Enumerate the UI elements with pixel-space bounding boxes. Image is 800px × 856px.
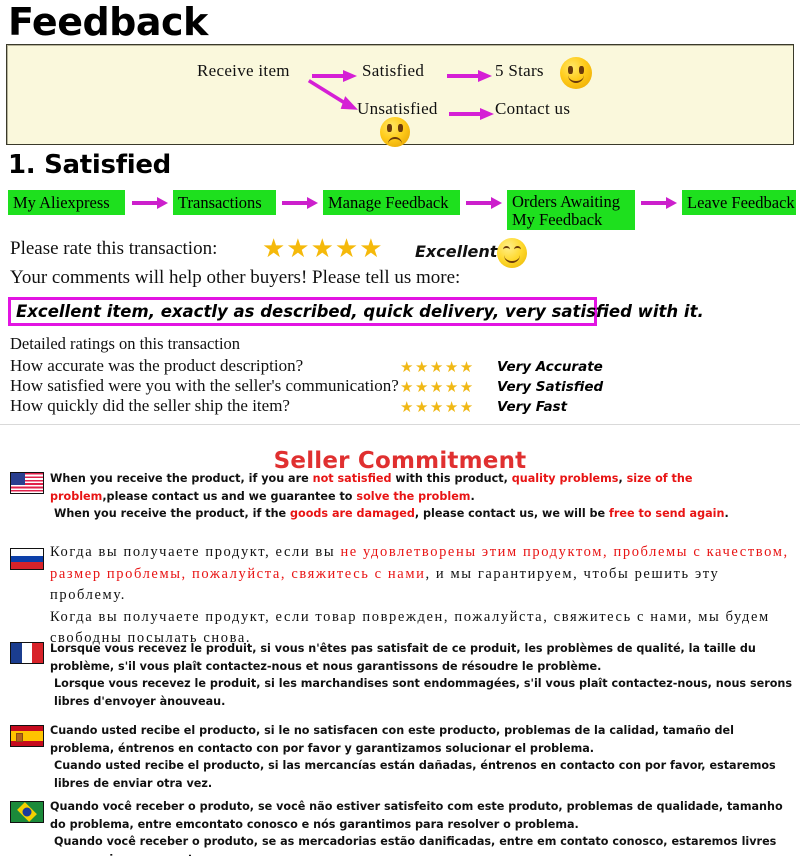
comments-prompt: Your comments will help other buyers! Pl… [10,267,461,288]
comment-text: Excellent item, exactly as described, qu… [16,302,704,321]
feedback-page: Feedback Receive item Satisfied 5 Stars [0,0,800,856]
detail-question-3: How quickly did the seller ship the item… [10,396,290,415]
step-my-aliexpress[interactable]: My Aliexpress [8,190,125,215]
detail-stars-1[interactable]: ★★★★★ [400,358,475,377]
commitment-ru-p1: Когда вы получаете продукт, если вы не у… [50,544,789,603]
step-arrow-4 [641,197,679,209]
commitment-br-p2: Quando você receber o produto, se as mer… [54,835,777,856]
flow-row-top: Receive item [197,61,290,81]
commitment-br-p1: Quando você receber o produto, se você n… [50,800,783,831]
step-manage-feedback[interactable]: Manage Feedback [323,190,460,215]
commitment-en-p1: When you receive the product, if you are… [50,472,693,503]
lang-block-en: When you receive the product, if you are… [0,470,800,532]
es-flag-icon [10,725,44,747]
detail-stars-2[interactable]: ★★★★★ [400,378,475,397]
commitment-es-p2: Cuando usted recibe el producto, si las … [54,759,776,790]
page-title: Feedback [8,0,208,44]
commitment-es-p1: Cuando usted recibe el producto, si le n… [50,724,734,755]
grin-face-icon [497,238,527,268]
flow-satisfied: Satisfied [362,61,425,80]
happy-face-icon [560,57,592,89]
step-leave-feedback[interactable]: Leave Feedback [682,190,796,215]
ru-flag-icon [10,548,44,570]
arrow-satisfied-to-stars [447,70,493,82]
flow-row-contact-us: Contact us [495,99,570,119]
commitment-fr-p2: Lorsque vous recevez le produit, si les … [54,677,793,708]
step-chain: My Aliexpress Transactions Manage Feedba… [4,188,796,230]
comment-input-box[interactable]: Excellent item, exactly as described, qu… [8,297,704,326]
step-arrow-2 [282,197,320,209]
commitment-en-p2: When you receive the product, if the goo… [54,507,729,520]
rating-stars[interactable]: ★★★★★ [262,236,384,262]
lang-block-br: Quando você receber o produto, se você n… [0,798,800,856]
sad-face-icon [380,117,410,147]
flow-contact-us: Contact us [495,99,571,118]
commitment-fr-p1: Lorsque vous recevez le produit, si vous… [50,642,756,673]
detailed-ratings-title: Detailed ratings on this transaction [10,334,241,353]
step-arrow-3 [466,197,504,209]
detail-question-2: How satisfied were you with the seller's… [10,376,399,395]
flow-five-stars: 5 Stars [495,61,544,80]
flow-row-five-stars: 5 Stars [495,61,544,81]
section-divider [0,424,800,425]
detail-value-3: Very Fast [497,399,568,415]
flow-row-unsatisfied: Unsatisfied [357,99,438,119]
rating-word-excellent: Excellent [415,242,498,261]
lang-block-fr: Lorsque vous recevez le produit, si vous… [0,640,800,716]
flow-unsatisfied: Unsatisfied [357,99,438,118]
feedback-flow-box: Receive item Satisfied 5 Stars Unsatisfi… [6,44,794,147]
step-transactions[interactable]: Transactions [173,190,276,215]
lang-block-ru: Когда вы получаете продукт, если вы не у… [0,542,800,646]
detail-question-1: How accurate was the product description… [10,356,304,375]
rating-stars-glyphs: ★★★★★ [262,234,384,263]
detail-value-1: Very Accurate [497,359,603,375]
flow-row-satisfied: Satisfied [362,61,424,81]
flow-receive-item: Receive item [197,61,290,80]
br-flag-icon [10,801,44,823]
step-arrow-1 [132,197,170,209]
detail-value-2: Very Satisfied [497,379,604,395]
us-flag-icon [10,472,44,494]
section-satisfied-heading: 1. Satisfied [8,150,171,180]
step-orders-awaiting-my-feedback[interactable]: Orders Awaiting My Feedback [507,190,635,230]
rate-transaction-label: Please rate this transaction: [10,238,218,259]
arrow-unsatisfied-to-contact [449,108,495,120]
fr-flag-icon [10,642,44,664]
detail-stars-3[interactable]: ★★★★★ [400,398,475,417]
lang-block-es: Cuando usted recibe el producto, si le n… [0,722,800,790]
